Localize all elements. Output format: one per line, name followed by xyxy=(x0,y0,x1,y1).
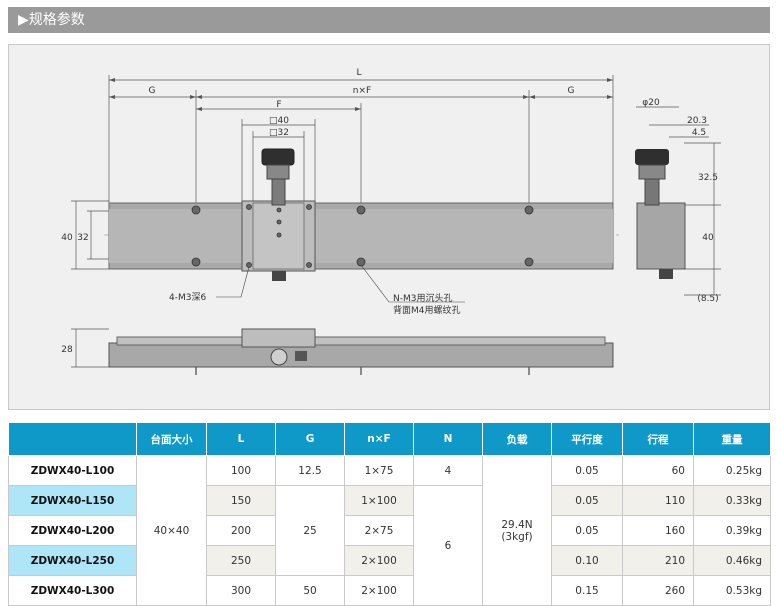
dim-40: 40 xyxy=(61,233,73,243)
header-G: G xyxy=(275,422,345,456)
table-row: ZDWX40-L250 250 2×100 0.10 210 0.46kg xyxy=(8,545,771,576)
dim-sq40: □40 xyxy=(269,116,289,126)
cell-parallel: 0.05 xyxy=(551,455,623,486)
dim-G-left: G xyxy=(149,86,156,96)
cell-weight: 0.53kg xyxy=(693,575,771,606)
cell-parallel: 0.05 xyxy=(551,515,623,546)
cell-G: 12.5 xyxy=(275,455,345,486)
section-title: ▶规格参数 xyxy=(18,12,85,28)
cell-nF: 1×100 xyxy=(344,485,414,516)
load-value: 29.4N xyxy=(501,518,533,531)
cell-weight: 0.39kg xyxy=(693,515,771,546)
cell-nF: 2×100 xyxy=(344,545,414,576)
dim-20-3: 20.3 xyxy=(687,116,707,126)
header-N: N xyxy=(413,422,483,456)
drawing-svg: L G n×F G F □40 □32 40 32 28 φ20 20.3 4.… xyxy=(61,68,721,375)
cell-weight: 0.25kg xyxy=(693,455,771,486)
cell-model: ZDWX40-L150 xyxy=(8,485,137,516)
cell-parallel: 0.10 xyxy=(551,545,623,576)
header-L: L xyxy=(206,422,276,456)
table-row: ZDWX40-L300 300 50 2×100 0.15 260 0.53kg xyxy=(8,575,771,606)
table-header-row: 台面大小 L G n×F N 负载 平行度 行程 重量 xyxy=(8,422,771,456)
dim-nF: n×F xyxy=(353,86,371,96)
spec-table: 台面大小 L G n×F N 负载 平行度 行程 重量 ZDWX40-L100 … xyxy=(8,422,771,606)
dim-28: 28 xyxy=(61,345,73,355)
table-row: ZDWX40-L150 150 25 1×100 6 0.05 110 0.33… xyxy=(8,485,771,606)
header-load: 负载 xyxy=(482,422,552,456)
dim-F: F xyxy=(276,100,281,110)
dim-sq32: □32 xyxy=(269,128,289,138)
cell-N: 4 xyxy=(413,455,483,486)
cell-nF: 1×75 xyxy=(344,455,414,486)
dim-G-right: G xyxy=(568,86,575,96)
dim-32: 32 xyxy=(77,233,88,243)
note-holes-right-1: N-M3用沉头孔 xyxy=(393,293,452,304)
cell-model: ZDWX40-L300 xyxy=(8,575,137,606)
cell-L: 300 xyxy=(206,575,276,606)
cell-stroke: 60 xyxy=(622,455,694,486)
cell-table-size: 40×40 xyxy=(136,455,207,606)
table-row: ZDWX40-L200 200 2×75 0.05 160 0.39kg xyxy=(8,515,771,546)
dim-4-5: 4.5 xyxy=(692,128,706,138)
cell-stroke: 110 xyxy=(622,485,694,516)
cell-weight: 0.46kg xyxy=(693,545,771,576)
cell-G: 50 xyxy=(275,575,345,606)
cell-L: 200 xyxy=(206,515,276,546)
header-nF: n×F xyxy=(344,422,414,456)
dim-L: L xyxy=(356,68,361,78)
cell-model: ZDWX40-L100 xyxy=(8,455,137,486)
dim-32-5: 32.5 xyxy=(698,173,718,183)
header-model xyxy=(8,422,137,456)
cell-stroke: 160 xyxy=(622,515,694,546)
cell-nF: 2×75 xyxy=(344,515,414,546)
cell-load: 29.4N (3kgf) xyxy=(482,455,552,606)
cell-weight: 0.33kg xyxy=(693,485,771,516)
section-header: ▶规格参数 xyxy=(8,7,770,33)
dim-8-5: (8.5) xyxy=(697,294,718,304)
cell-L: 100 xyxy=(206,455,276,486)
dim-phi20: φ20 xyxy=(642,98,660,108)
note-holes-left: 4-M3深6 xyxy=(169,292,206,303)
header-weight: 重量 xyxy=(693,422,771,456)
cell-parallel: 0.05 xyxy=(551,485,623,516)
dim-40-side: 40 xyxy=(702,233,714,243)
cell-L: 250 xyxy=(206,545,276,576)
cell-N: 6 xyxy=(413,485,483,606)
table-row: ZDWX40-L100 40×40 100 12.5 1×75 4 29.4N … xyxy=(8,455,771,606)
cell-stroke: 260 xyxy=(622,575,694,606)
load-kgf: (3kgf) xyxy=(501,530,533,543)
technical-drawing: L G n×F G F □40 □32 40 32 28 φ20 20.3 4.… xyxy=(8,44,770,410)
cell-parallel: 0.15 xyxy=(551,575,623,606)
header-table-size: 台面大小 xyxy=(136,422,207,456)
note-holes-right-2: 背面M4用螺纹孔 xyxy=(393,304,461,316)
cell-L: 150 xyxy=(206,485,276,516)
header-stroke: 行程 xyxy=(622,422,694,456)
cell-model: ZDWX40-L200 xyxy=(8,515,137,546)
cell-model: ZDWX40-L250 xyxy=(8,545,137,576)
header-parallel: 平行度 xyxy=(551,422,623,456)
cell-nF: 2×100 xyxy=(344,575,414,606)
cell-G: 25 xyxy=(275,485,345,576)
cell-stroke: 210 xyxy=(622,545,694,576)
